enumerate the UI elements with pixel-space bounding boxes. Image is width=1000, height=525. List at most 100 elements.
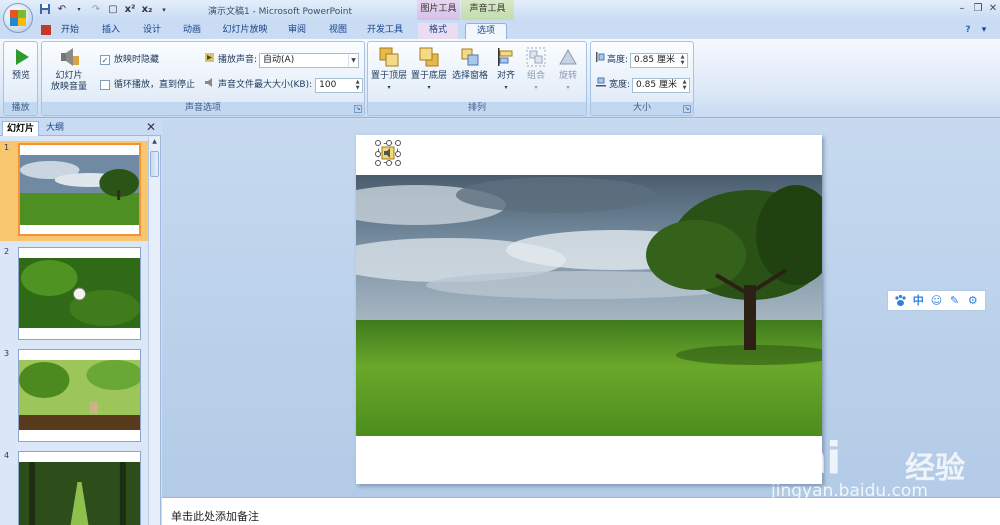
height-icon [595, 51, 605, 69]
ime-toolbar: 中 ☺ ✎ ⚙ [887, 290, 986, 311]
close-window-icon[interactable]: ✕ [986, 2, 1000, 16]
restore-icon[interactable]: ❐ [971, 2, 985, 16]
slide-number: 4 [4, 451, 10, 460]
pane-scrollbar[interactable]: ▲ [148, 137, 160, 525]
leaves-image [19, 360, 140, 430]
watermark-url: jingyan.baidu.com [771, 481, 928, 501]
width-label: 宽度: [609, 80, 631, 90]
dialog-launcher-icon[interactable]: ↘ [354, 105, 362, 113]
tab-developer[interactable]: 开发工具 [364, 23, 406, 39]
send-to-back-button[interactable]: 置于底层 ▾ [410, 46, 448, 93]
tree-landscape-image[interactable] [356, 175, 822, 436]
slide-thumbnail-1[interactable]: 1 [0, 141, 148, 241]
send-back-label: 置于底层 [410, 71, 447, 81]
slides-pane: 幻灯片 大纲 ✕ 1 2 3 4 ▲ [0, 119, 161, 525]
spinner-arrows-icon[interactable]: ▲ ▼ [680, 79, 689, 92]
dialog-launcher-icon[interactable]: ↘ [683, 105, 691, 113]
resize-handle[interactable] [375, 160, 381, 166]
landscape-image [20, 155, 139, 225]
tab-outline[interactable]: 大纲 [42, 121, 68, 136]
gear-icon[interactable]: ⚙ [966, 294, 980, 308]
hide-during-show-checkbox[interactable]: ✓ [100, 55, 110, 65]
watermark-brand: Bai [765, 433, 841, 484]
play-sound-value: 自动(A) [263, 54, 295, 65]
width-icon [595, 77, 607, 93]
chevron-down-icon: ▾ [566, 84, 570, 91]
group-size-label: 大小 [591, 102, 693, 115]
volume-button[interactable]: 幻灯片 放映音量 [47, 46, 91, 93]
play-icon [10, 46, 32, 68]
preview-label: 预览 [11, 71, 30, 81]
help-icon[interactable]: ? [962, 23, 974, 39]
slide-thumbnail-2[interactable]: 2 [0, 245, 148, 345]
loop-checkbox[interactable] [100, 80, 110, 90]
group-label: 组合 [526, 71, 545, 81]
loop-option[interactable]: 循环播放，直到停止 [100, 77, 195, 93]
slide-thumbnail-4[interactable]: 4 [0, 449, 148, 525]
close-icon[interactable]: ✕ [146, 120, 156, 134]
sound-object[interactable] [375, 140, 401, 166]
tab-slideshow[interactable]: 幻灯片放映 [217, 23, 273, 39]
slide-preview [18, 451, 141, 525]
align-button[interactable]: 对齐 ▾ [492, 46, 520, 93]
chevron-down-icon: ▼ [348, 53, 358, 67]
max-size-spinner[interactable]: 100 ▲ ▼ [315, 77, 364, 93]
group-button[interactable]: 组合 ▾ [522, 46, 550, 93]
tab-review[interactable]: 审阅 [283, 23, 311, 39]
resize-handle[interactable] [375, 151, 381, 157]
bring-to-front-button[interactable]: 置于顶层 ▾ [370, 46, 408, 93]
scroll-thumb[interactable] [150, 151, 159, 177]
tab-animation[interactable]: 动画 [178, 23, 206, 39]
resize-handle[interactable] [386, 160, 392, 166]
resize-handle[interactable] [395, 160, 401, 166]
play-sound-icon [204, 52, 215, 69]
play-sound-select[interactable]: 自动(A) ▼ [259, 52, 360, 68]
resize-handle[interactable] [386, 140, 392, 146]
tab-home[interactable]: 开始 [56, 23, 84, 39]
width-spinner[interactable]: 0.85 厘米 ▲ ▼ [632, 77, 691, 93]
resize-handle[interactable] [395, 151, 401, 157]
word-doc-icon [40, 23, 52, 39]
loop-label: 循环播放，直到停止 [114, 80, 196, 90]
slide-thumbnail-3[interactable]: 3 [0, 347, 148, 447]
resize-handle[interactable] [375, 140, 381, 146]
minimize-icon[interactable]: – [955, 2, 969, 16]
group-play: 预览 播放 [3, 41, 38, 116]
rotate-button[interactable]: 旋转 ▾ [554, 46, 582, 93]
scroll-up-icon[interactable]: ▲ [150, 138, 159, 148]
tab-format[interactable]: 格式 [418, 23, 458, 39]
ribbon-tabs: 开始 插入 设计 动画 幻灯片放映 审阅 视图 开发工具 格式 选项 ? ▾ [0, 20, 1000, 39]
group-sound-options-label: 声音选项 [42, 102, 364, 115]
office-button[interactable] [3, 3, 33, 33]
tab-insert[interactable]: 插入 [97, 23, 125, 39]
group-arrange: 置于顶层 ▾ 置于底层 ▾ 选择窗格 对齐 ▾ 组合 ▾ 旋转 ▾ 排列 [367, 41, 587, 116]
slide-preview [18, 247, 141, 340]
resize-handle[interactable] [395, 140, 401, 146]
preview-button[interactable]: 预览 [6, 46, 36, 82]
ribbon-min-icon[interactable]: ▾ [978, 23, 990, 39]
tab-options[interactable]: 选项 [465, 23, 507, 39]
chevron-down-icon: ▾ [534, 84, 538, 91]
group-objects-icon [525, 46, 547, 68]
title-bar: ↶ ▾ ↷ ▢ x² x₂ ▾ 演示文稿1 - Microsoft PowerP… [0, 0, 1000, 20]
height-spinner[interactable]: 0.85 厘米 ▲ ▼ [630, 52, 689, 68]
tab-design[interactable]: 设计 [138, 23, 166, 39]
smile-icon[interactable]: ☺ [929, 294, 943, 308]
paw-icon[interactable] [893, 294, 907, 308]
hide-during-show-option[interactable]: ✓ 放映时隐藏 [100, 52, 159, 68]
office-logo-icon [10, 10, 26, 26]
width-row: 宽度: 0.85 厘米 ▲ ▼ [595, 77, 691, 93]
forest-path-image [19, 462, 140, 525]
tab-slides[interactable]: 幻灯片 [2, 121, 40, 136]
rotate-icon [557, 46, 579, 68]
input-mode-toggle[interactable]: 中 [911, 294, 925, 308]
group-size: 高度: 0.85 厘米 ▲ ▼ 宽度: 0.85 厘米 ▲ ▼ 大小 ↘ [590, 41, 694, 116]
current-slide[interactable] [356, 135, 822, 484]
max-size-icon [204, 77, 215, 94]
spinner-arrows-icon[interactable]: ▲ ▼ [353, 79, 362, 92]
pen-icon[interactable]: ✎ [948, 294, 962, 308]
selection-pane-button[interactable]: 选择窗格 [450, 46, 490, 82]
tab-view[interactable]: 视图 [324, 23, 352, 39]
play-sound-label: 播放声音: [218, 55, 258, 65]
spinner-arrows-icon[interactable]: ▲ ▼ [678, 54, 687, 67]
